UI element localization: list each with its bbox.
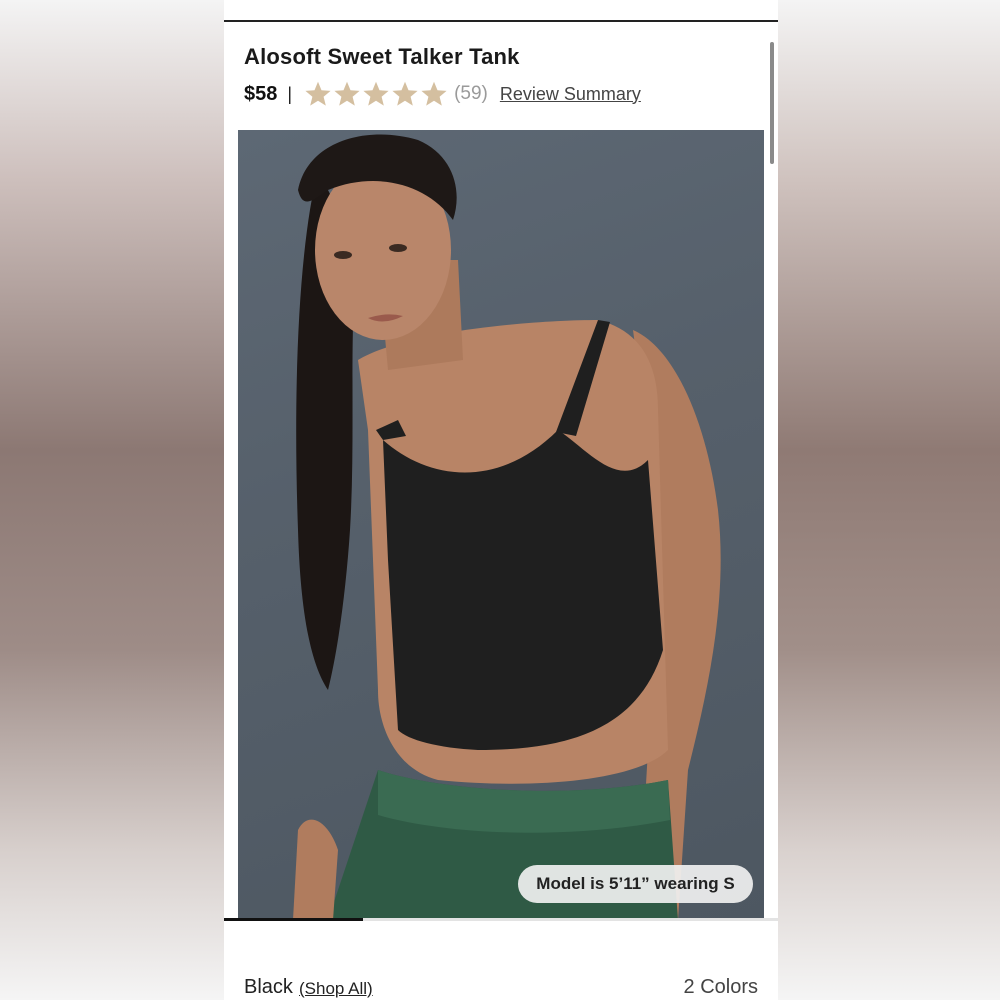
selected-color-label: Black bbox=[244, 976, 293, 998]
header-divider bbox=[224, 20, 778, 22]
product-price: $58 bbox=[244, 82, 278, 105]
star-icon bbox=[391, 80, 419, 108]
product-page: Alosoft Sweet Talker Tank $58 | (59) Rev… bbox=[224, 0, 778, 1000]
price-rating-row: $58 | (59) Review Summary bbox=[244, 80, 641, 108]
gallery-progress-track bbox=[224, 918, 778, 921]
model-photo-illustration bbox=[293, 134, 721, 920]
backdrop-right bbox=[778, 0, 1000, 1000]
star-rating[interactable] bbox=[304, 80, 448, 108]
colors-count: 2 Colors bbox=[683, 976, 758, 998]
product-image[interactable]: Model is 5’11” wearing S bbox=[238, 130, 764, 920]
price-separator: | bbox=[287, 83, 293, 104]
review-summary-link[interactable]: Review Summary bbox=[500, 84, 641, 105]
star-icon bbox=[420, 80, 448, 108]
star-icon bbox=[304, 80, 332, 108]
backdrop-left bbox=[0, 0, 224, 1000]
scrollbar[interactable] bbox=[770, 42, 774, 164]
gallery-progress-fill bbox=[224, 918, 363, 921]
review-count[interactable]: (59) bbox=[454, 83, 488, 105]
shop-all-link[interactable]: (Shop All) bbox=[299, 979, 373, 999]
star-icon bbox=[362, 80, 390, 108]
color-selector-header: Black (Shop All) 2 Colors bbox=[244, 976, 758, 1000]
star-icon bbox=[333, 80, 361, 108]
model-info-badge: Model is 5’11” wearing S bbox=[518, 865, 753, 903]
product-title: Alosoft Sweet Talker Tank bbox=[244, 44, 520, 69]
